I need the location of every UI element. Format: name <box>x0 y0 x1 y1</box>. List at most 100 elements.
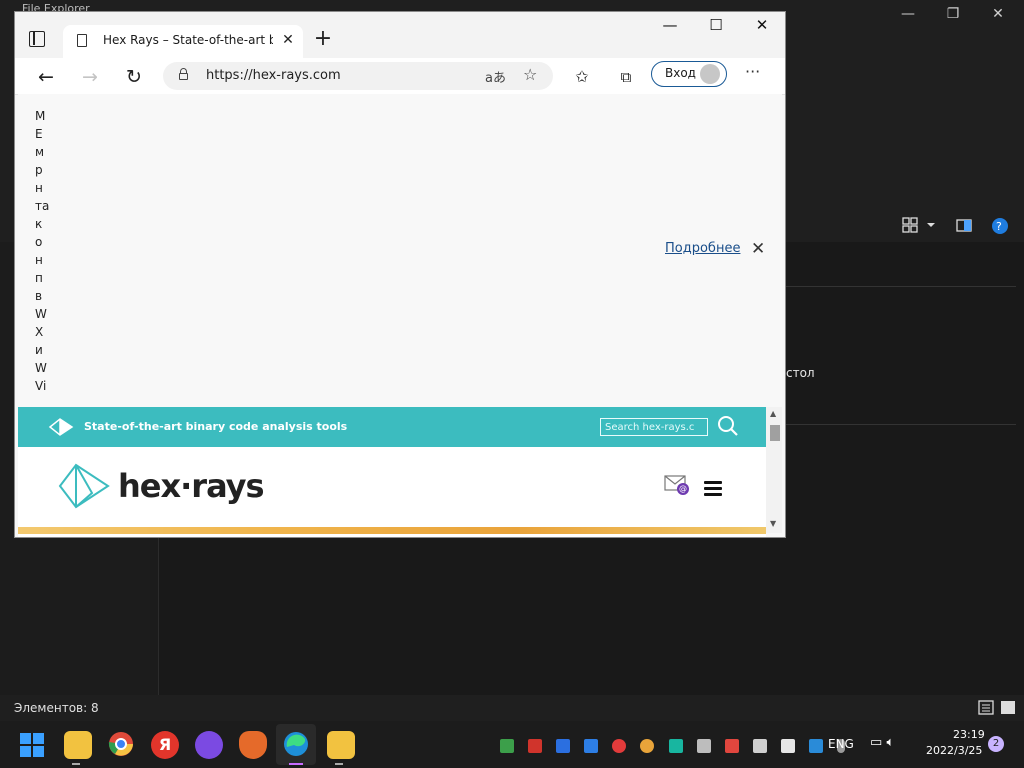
explorer-divider <box>786 424 1016 425</box>
sign-in-button[interactable]: Вход <box>651 61 727 87</box>
explorer-layout-toggle[interactable] <box>978 699 1020 721</box>
refresh-icon[interactable]: ↻ <box>121 64 147 90</box>
browser-tab[interactable]: Hex Rays – State-of-the-art binar ✕ <box>63 25 303 58</box>
edge-close-button[interactable]: ✕ <box>742 14 782 36</box>
collections-icon[interactable]: ⧉ <box>613 64 639 90</box>
notification-badge[interactable]: 2 <box>988 736 1004 752</box>
forward-arrow-icon[interactable]: → <box>77 64 103 90</box>
tiles-view-icon <box>1001 701 1015 714</box>
search-icon[interactable] <box>717 415 739 437</box>
tray-app-icon[interactable] <box>584 738 599 753</box>
mail-badge: @ <box>677 483 689 495</box>
clock-time[interactable]: 23:19 <box>953 728 985 741</box>
tray-app-icon[interactable] <box>696 738 711 753</box>
explorer-minimize-button[interactable]: — <box>896 4 920 24</box>
explorer-divider <box>786 286 1016 287</box>
edge-tab-bar: Hex Rays – State-of-the-art binar ✕ + — … <box>15 12 785 58</box>
chrome-taskbar-icon[interactable] <box>108 731 134 757</box>
explorer-statusbar <box>0 695 1024 721</box>
alice-taskbar-icon[interactable] <box>195 731 223 759</box>
url-text[interactable]: https://hex-rays.com <box>206 68 341 83</box>
svg-text:?: ? <box>996 220 1002 233</box>
active-indicator <box>289 763 303 765</box>
cookie-text-fragment: о <box>35 235 43 249</box>
cookie-close-icon[interactable]: ✕ <box>751 239 765 259</box>
edge-minimize-button[interactable]: — <box>650 14 690 36</box>
cookie-text-fragment: р <box>35 163 43 177</box>
cookie-text-fragment: E <box>35 127 43 141</box>
start-windows-icon[interactable] <box>20 733 44 757</box>
explorer-view-toolbar: ? <box>900 214 1020 238</box>
tab-title: Hex Rays – State-of-the-art binar <box>103 33 273 47</box>
edge-maximize-button[interactable]: ☐ <box>696 14 736 36</box>
clock-date[interactable]: 2022/3/25 <box>926 744 982 757</box>
translate-icon[interactable]: aあ <box>485 67 506 86</box>
lock-icon[interactable] <box>179 68 188 80</box>
cookie-text-fragment: M <box>35 109 46 123</box>
explorer-item-label[interactable]: стол <box>786 366 815 380</box>
site-top-bar: State-of-the-art binary code analysis to… <box>18 407 766 447</box>
explorer-restore-button[interactable]: ❐ <box>941 4 965 24</box>
page-scrollbar[interactable]: ▲ ▼ <box>766 407 782 533</box>
more-menu-icon[interactable]: ··· <box>745 62 760 81</box>
tray-app-icon[interactable] <box>780 738 795 753</box>
add-favorite-icon[interactable]: ☆ <box>523 65 537 84</box>
tray-app-icon[interactable] <box>556 738 571 753</box>
network-icon[interactable]: ▭ <box>870 735 882 750</box>
tray-app-icon[interactable] <box>752 738 767 753</box>
file-explorer-taskbar-icon[interactable] <box>64 731 92 759</box>
tray-app-icon[interactable] <box>612 738 627 753</box>
cookie-text-fragment: н <box>35 181 43 195</box>
site-header: hex·rays @ <box>18 447 766 527</box>
hex-rays-small-logo-icon[interactable] <box>48 418 74 436</box>
network-volume-icons[interactable]: ▭ 🔈︎ <box>870 735 894 750</box>
site-search-input[interactable] <box>600 418 708 436</box>
view-options-icon[interactable]: ? <box>900 214 1020 238</box>
taskbar: Я ENG ▭ 🔈︎ 23:19 2022/3/25 2 <box>0 721 1024 768</box>
website-viewport: State-of-the-art binary code analysis to… <box>18 407 766 537</box>
tray-app-icon[interactable] <box>724 738 739 753</box>
site-logo-text[interactable]: hex·rays <box>118 467 265 505</box>
cookie-text-fragment: та <box>35 199 50 213</box>
hex-rays-logo-icon[interactable] <box>56 463 112 509</box>
tray-app-icon[interactable] <box>500 738 514 753</box>
cookie-more-link[interactable]: Подробнее <box>665 241 740 256</box>
running-indicator <box>72 763 80 765</box>
tab-close-icon[interactable]: ✕ <box>279 30 297 50</box>
tray-app-icon[interactable] <box>668 738 683 753</box>
cookie-text-fragment: X <box>35 325 44 339</box>
new-tab-button[interactable]: + <box>311 27 335 51</box>
favorites-icon[interactable]: ✩ <box>569 64 595 90</box>
brave-taskbar-icon[interactable] <box>239 731 267 759</box>
cookie-text-fragment: п <box>35 271 43 285</box>
tray-app-icon[interactable] <box>809 738 824 753</box>
cookie-text-fragment: в <box>35 289 43 303</box>
volume-icon[interactable]: 🔈︎ <box>886 735 894 750</box>
scroll-up-icon[interactable]: ▲ <box>770 409 776 418</box>
system-tray <box>500 735 854 754</box>
yandex-browser-taskbar-icon[interactable]: Я <box>151 731 179 759</box>
back-arrow-icon[interactable]: ← <box>33 64 59 90</box>
page-favicon-icon <box>77 34 87 47</box>
profile-avatar-icon <box>700 64 720 84</box>
cookie-text-fragment: W <box>35 361 47 375</box>
language-indicator[interactable]: ENG <box>828 737 854 751</box>
hamburger-menu-icon[interactable] <box>704 481 722 496</box>
edge-toolbar: ← → ↻ https://hex-rays.com aあ ☆ ✩ ⧉ Вход… <box>15 58 785 95</box>
scroll-thumb[interactable] <box>770 425 780 441</box>
file-explorer-taskbar-icon[interactable] <box>327 731 355 759</box>
address-bar[interactable]: https://hex-rays.com aあ ☆ <box>163 62 553 90</box>
cookie-text-fragment: к <box>35 217 43 231</box>
cookie-text-fragment: н <box>35 253 43 267</box>
sign-in-label: Вход <box>665 66 696 80</box>
edge-taskbar-icon[interactable] <box>283 731 309 757</box>
scroll-down-icon[interactable]: ▼ <box>770 519 776 528</box>
edge-browser-window: Hex Rays – State-of-the-art binar ✕ + — … <box>14 11 786 538</box>
cookie-text-fragment: и <box>35 343 43 357</box>
tray-app-icon[interactable] <box>640 738 655 753</box>
tab-actions-icon[interactable] <box>29 31 45 47</box>
cookie-text-fragment: Vi <box>35 379 47 393</box>
tray-app-icon[interactable] <box>528 738 543 753</box>
explorer-close-button[interactable]: ✕ <box>986 4 1010 24</box>
cookie-text-fragment: м <box>35 145 45 159</box>
